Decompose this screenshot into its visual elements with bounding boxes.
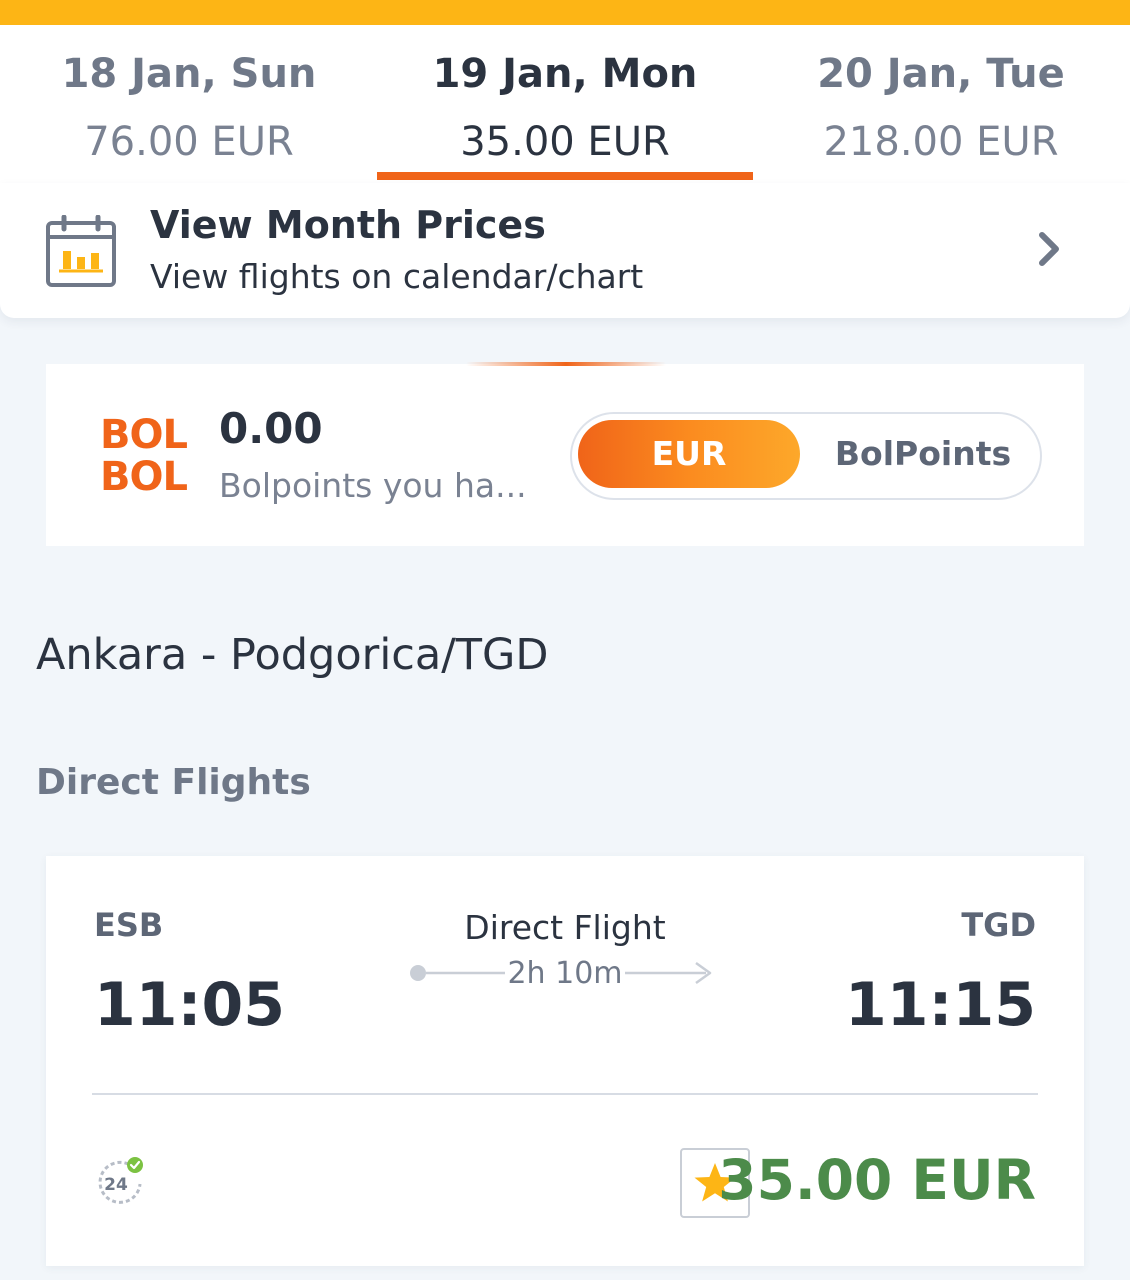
departure-time: 11:05 xyxy=(94,970,285,1040)
card-divider xyxy=(92,1093,1038,1095)
svg-text:24: 24 xyxy=(104,1175,128,1195)
date-label: 18 Jan, Sun xyxy=(61,51,317,97)
section-title-direct-flights: Direct Flights xyxy=(36,762,311,803)
toggle-option-bolpoints[interactable]: BolPoints xyxy=(812,420,1034,488)
arrival-airport-code: TGD xyxy=(961,906,1036,944)
month-prices-title: View Month Prices xyxy=(150,203,546,247)
date-label: 19 Jan, Mon xyxy=(432,51,698,97)
chevron-right-icon xyxy=(1039,232,1059,266)
flight-price: 35.00 EUR xyxy=(718,1148,1036,1212)
date-label: 20 Jan, Tue xyxy=(817,51,1065,97)
flight-duration: 2h 10m xyxy=(505,956,625,991)
bolpoints-caption: Bolpoints you ha... xyxy=(219,466,527,505)
decorative-glow xyxy=(466,362,666,366)
date-tab-prev[interactable]: 18 Jan, Sun 76.00 EUR xyxy=(1,25,377,183)
departure-airport-code: ESB xyxy=(94,906,164,944)
route-title: Ankara - Podgorica/TGD xyxy=(36,630,549,680)
flight-card[interactable]: ESB 11:05 Direct Flight 2h 10m TGD 11:15… xyxy=(46,856,1084,1266)
24h-icon: 24 xyxy=(98,1157,143,1204)
toggle-option-eur[interactable]: EUR xyxy=(578,420,800,488)
date-selector: 18 Jan, Sun 76.00 EUR 19 Jan, Mon 35.00 … xyxy=(0,25,1130,183)
calendar-chart-icon xyxy=(46,215,116,287)
arrival-time: 11:15 xyxy=(845,970,1036,1040)
currency-toggle[interactable]: EUR BolPoints xyxy=(570,412,1042,500)
date-price: 76.00 EUR xyxy=(84,119,294,165)
date-price: 35.00 EUR xyxy=(460,119,670,165)
logo-text: BOL xyxy=(100,412,188,458)
date-price: 218.00 EUR xyxy=(823,119,1059,165)
bolpoints-card: BOL BOL 0.00 Bolpoints you ha... EUR Bol… xyxy=(46,362,1084,546)
active-indicator xyxy=(377,172,753,180)
bolbol-logo: BOL BOL xyxy=(100,414,196,504)
logo-text: BOL xyxy=(100,454,188,500)
view-month-prices-button[interactable]: View Month Prices View flights on calend… xyxy=(0,183,1130,318)
month-prices-subtitle: View flights on calendar/chart xyxy=(150,257,644,296)
flight-type-label: Direct Flight xyxy=(464,908,666,947)
status-accent-bar xyxy=(0,0,1130,25)
date-tab-next[interactable]: 20 Jan, Tue 218.00 EUR xyxy=(753,25,1129,183)
date-tab-selected[interactable]: 19 Jan, Mon 35.00 EUR xyxy=(377,25,753,183)
bolpoints-balance: 0.00 xyxy=(219,404,323,453)
